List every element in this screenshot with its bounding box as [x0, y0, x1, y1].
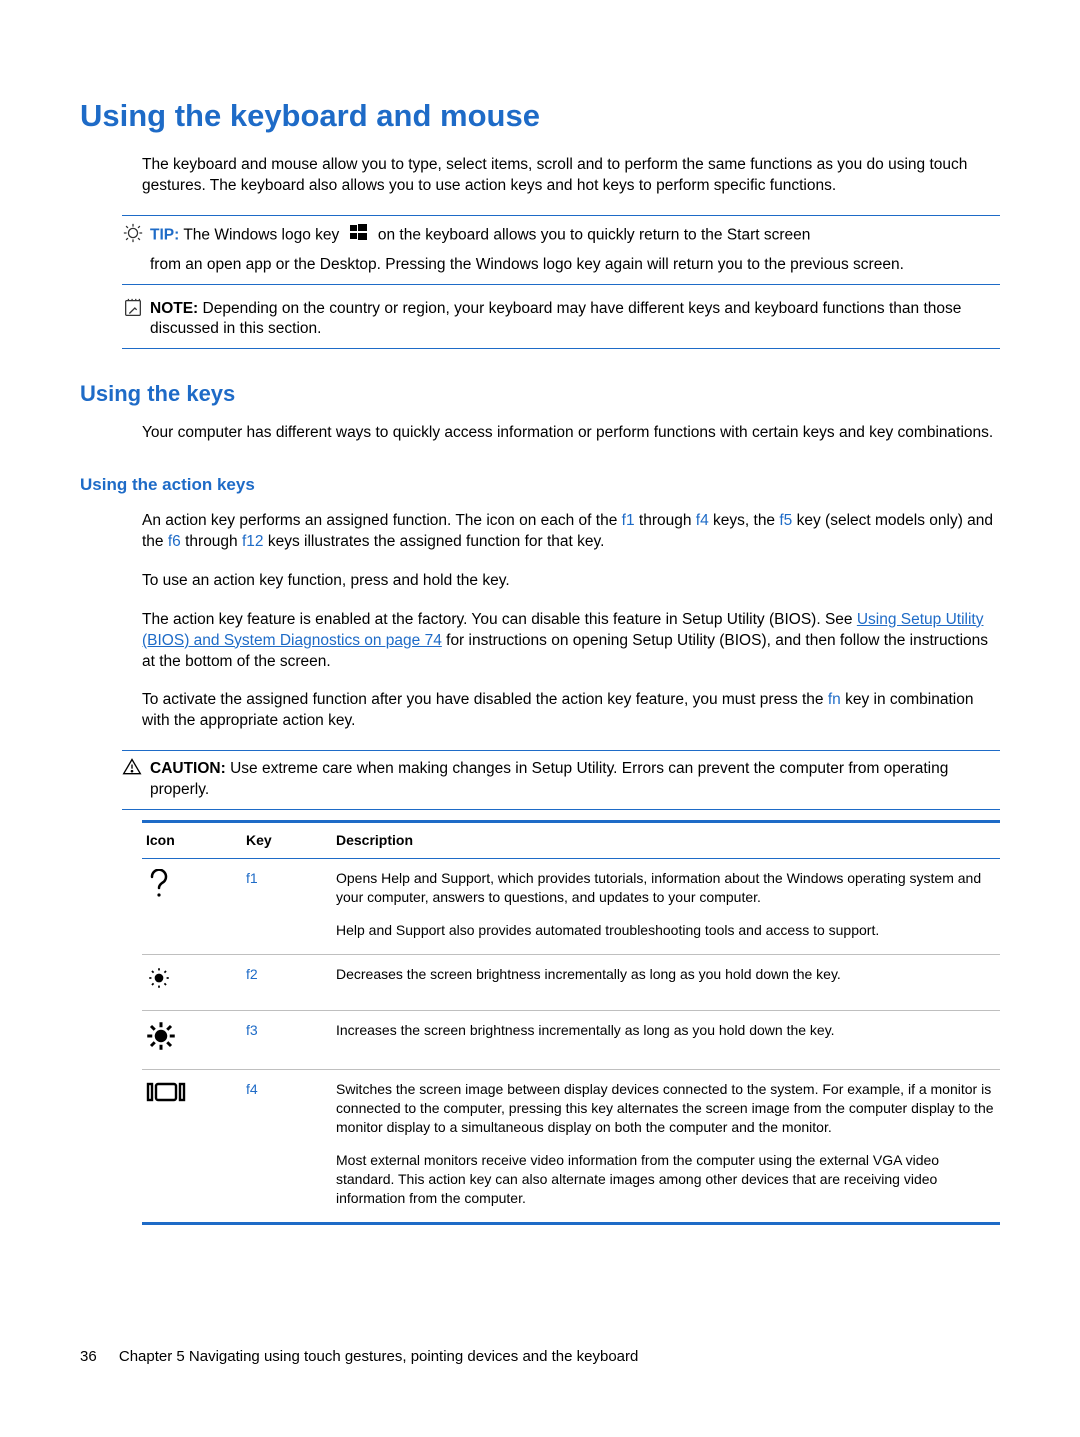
heading-main: Using the keyboard and mouse: [80, 95, 1000, 137]
tip-text-2: on the keyboard allows you to quickly re…: [378, 226, 811, 243]
tip-text-1: The Windows logo key: [183, 226, 339, 243]
th-icon: Icon: [142, 822, 242, 859]
tip-label: TIP:: [150, 226, 179, 243]
table-row: f2 Decreases the screen brightness incre…: [142, 954, 1000, 1010]
key-cell: f4: [242, 1070, 332, 1223]
note-text: Depending on the country or region, your…: [150, 300, 961, 338]
note-label: NOTE:: [150, 300, 198, 317]
heading-action-keys: Using the action keys: [80, 474, 1000, 497]
th-desc: Description: [332, 822, 1000, 859]
action-p2: To use an action key function, press and…: [142, 571, 1000, 592]
key-cell: f3: [242, 1010, 332, 1070]
action-p1: An action key performs an assigned funct…: [142, 511, 1000, 553]
intro-paragraph: The keyboard and mouse allow you to type…: [142, 155, 1000, 197]
key-cell: f2: [242, 954, 332, 1010]
caution-callout: CAUTION: Use extreme care when making ch…: [122, 750, 1000, 810]
page-number: 36: [80, 1348, 97, 1365]
key-cell: f1: [242, 859, 332, 955]
caution-text: Use extreme care when making changes in …: [150, 760, 948, 798]
page-footer: 36 Chapter 5 Navigating using touch gest…: [80, 1347, 638, 1367]
help-icon: [146, 886, 172, 902]
chapter-title: Chapter 5 Navigating using touch gesture…: [119, 1348, 639, 1365]
action-keys-table: Icon Key Description f1 Opens Help an: [142, 820, 1000, 1225]
th-key: Key: [242, 822, 332, 859]
action-p3: The action key feature is enabled at the…: [142, 610, 1000, 673]
desc-cell: Decreases the screen brightness incremen…: [332, 954, 1000, 1010]
switch-display-icon: [146, 1091, 186, 1107]
caution-icon: [122, 757, 144, 779]
keys-intro: Your computer has different ways to quic…: [142, 423, 1000, 444]
desc-cell: Opens Help and Support, which provides t…: [332, 859, 1000, 955]
desc-cell: Increases the screen brightness incremen…: [332, 1010, 1000, 1070]
tip-text-3: from an open app or the Desktop. Pressin…: [150, 255, 1000, 276]
heading-keys: Using the keys: [80, 379, 1000, 409]
brightness-down-icon: [146, 978, 172, 994]
table-row: f1 Opens Help and Support, which provide…: [142, 859, 1000, 955]
note-icon: [122, 297, 144, 319]
caution-label: CAUTION:: [150, 760, 226, 777]
note-callout: NOTE: Depending on the country or region…: [122, 291, 1000, 350]
table-row: f3 Increases the screen brightness incre…: [142, 1010, 1000, 1070]
desc-cell: Switches the screen image between displa…: [332, 1070, 1000, 1223]
action-p4: To activate the assigned function after …: [142, 690, 1000, 732]
tip-icon: [122, 222, 144, 244]
windows-logo-icon: [350, 224, 368, 247]
brightness-up-icon: [146, 1038, 176, 1054]
table-row: f4 Switches the screen image between dis…: [142, 1070, 1000, 1223]
tip-callout: TIP: The Windows logo key on the keyboar…: [122, 215, 1000, 285]
